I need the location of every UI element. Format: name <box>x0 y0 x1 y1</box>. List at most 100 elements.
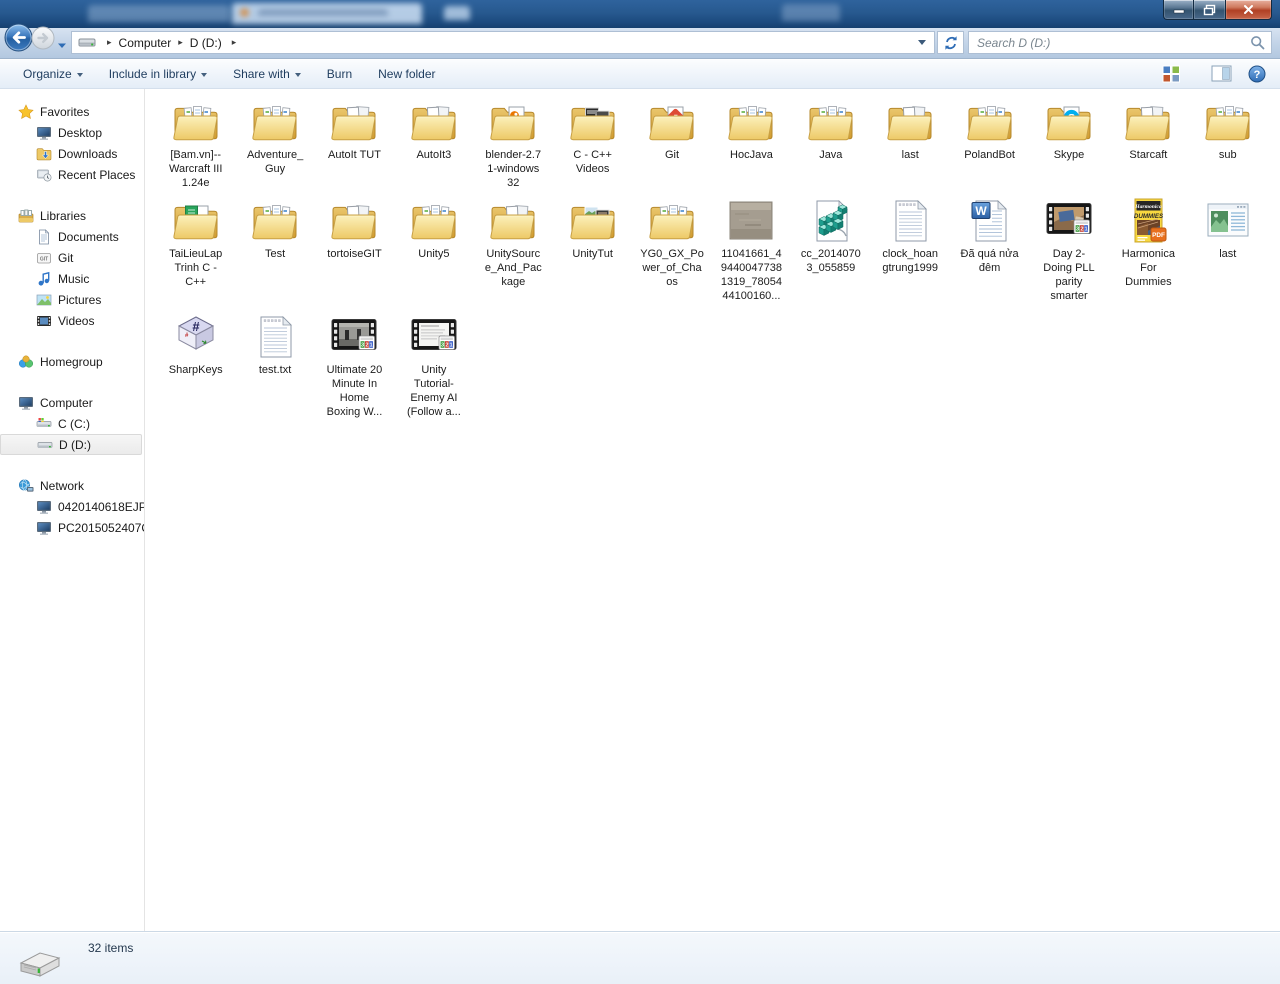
burn-button[interactable]: Burn <box>327 67 352 81</box>
sidebar-section-homegroup: Homegroup <box>0 351 144 372</box>
file-tile[interactable]: tortoiseGIT <box>315 197 394 261</box>
sidebar-item-recent-places[interactable]: Recent Places <box>0 164 144 185</box>
file-tile[interactable]: test.txt <box>235 313 314 377</box>
svg-text:1: 1 <box>370 343 373 349</box>
folder-photos-icon <box>569 197 617 245</box>
sidebar-item-network[interactable]: Network <box>0 475 144 496</box>
file-tile[interactable]: ##SharpKeys <box>156 313 235 377</box>
file-label: SharpKeys <box>169 363 223 377</box>
folder-papers-icon <box>727 98 775 146</box>
folder-papers-icon <box>410 197 458 245</box>
sidebar-section-computer: ComputerC (C:)D (D:) <box>0 392 144 455</box>
organize-button[interactable]: Organize <box>23 67 83 81</box>
file-label: test.txt <box>259 363 291 377</box>
pdf-book-icon: HarmonicaDUMMIESPDF <box>1124 197 1172 245</box>
file-label: cc_2014070 3_055859 <box>801 247 861 275</box>
file-tile[interactable]: last <box>1188 197 1267 261</box>
file-tile[interactable]: HocJava <box>712 98 791 162</box>
file-tile[interactable]: YG0_GX_Po wer_of_Cha os <box>632 197 711 289</box>
back-button[interactable] <box>4 23 33 57</box>
restore-button[interactable] <box>1193 0 1226 20</box>
organize-label: Organize <box>23 67 72 81</box>
network-pc-icon <box>36 520 52 536</box>
breadcrumb-computer[interactable]: Computer <box>119 36 172 50</box>
change-view-button[interactable] <box>1162 65 1189 83</box>
close-button[interactable] <box>1226 0 1272 20</box>
file-tile[interactable]: UnitySourc e_And_Pac kage <box>474 197 553 289</box>
share-with-button[interactable]: Share with <box>233 67 301 81</box>
file-tile[interactable]: UnityTut <box>553 197 632 261</box>
sidebar-item-pc2015052407oo[interactable]: PC2015052407OO <box>0 517 144 538</box>
folder-papers-icon <box>807 98 855 146</box>
file-tile[interactable]: blender-2.7 1-windows 32 <box>474 98 553 190</box>
sidebar-item-label: Music <box>58 272 89 286</box>
file-tile[interactable]: PolandBot <box>950 98 1029 162</box>
file-tile[interactable]: AutoIt TUT <box>315 98 394 162</box>
search-input[interactable] <box>969 36 1250 50</box>
sidebar-item-c-c-[interactable]: C (C:) <box>0 413 144 434</box>
svg-text:2: 2 <box>1080 227 1083 233</box>
include-in-library-button[interactable]: Include in library <box>109 67 207 81</box>
sidebar-item-computer[interactable]: Computer <box>0 392 144 413</box>
file-tile[interactable]: cc_2014070 3_055859 <box>791 197 870 275</box>
refresh-button[interactable] <box>937 31 964 54</box>
folder-doc-icon <box>410 98 458 146</box>
folder-doc-icon <box>489 197 537 245</box>
file-label: 11041661_4 9440047738 1319_78054 4410016… <box>721 247 782 303</box>
file-tile[interactable]: HarmonicaDUMMIESPDFHarmonica For Dummies <box>1109 197 1188 289</box>
sidebar-item-0420140618ejp[interactable]: 0420140618EJP <box>0 496 144 517</box>
file-tile[interactable]: 11041661_4 9440047738 1319_78054 4410016… <box>712 197 791 303</box>
sidebar-item-d-d-[interactable]: D (D:) <box>0 434 142 455</box>
file-tile[interactable]: 321Unity Tutorial- Enemy AI (Follow a... <box>394 313 473 419</box>
sidebar-item-git[interactable]: GITGit <box>0 247 144 268</box>
file-tile[interactable]: Test <box>235 197 314 261</box>
file-tile[interactable]: clock_hoan gtrung1999 <box>871 197 950 275</box>
breadcrumb-separator: ▸ <box>232 37 237 48</box>
sidebar-item-downloads[interactable]: Downloads <box>0 143 144 164</box>
file-tile[interactable]: Adventure_ Guy <box>235 98 314 176</box>
file-tile[interactable]: sub <box>1188 98 1267 162</box>
command-toolbar: Organize Include in library Share with B… <box>0 59 1280 89</box>
file-tile[interactable]: C - C++ Videos <box>553 98 632 176</box>
sidebar-item-homegroup[interactable]: Homegroup <box>0 351 144 372</box>
file-tile[interactable]: SSkype <box>1029 98 1108 162</box>
file-tile[interactable]: 321Ultimate 20 Minute In Home Boxing W..… <box>315 313 394 419</box>
new-folder-button[interactable]: New folder <box>378 67 435 81</box>
preview-pane-button[interactable] <box>1211 65 1232 82</box>
address-bar[interactable]: ▸ Computer ▸ D (D:) ▸ <box>71 31 935 54</box>
address-history-dropdown[interactable] <box>918 40 926 45</box>
file-tile[interactable]: Java <box>791 98 870 162</box>
sidebar-section-favorites: FavoritesDesktopDownloadsRecent Places <box>0 101 144 185</box>
file-tile[interactable]: [Bam.vn]-- Warcraft III 1.24e <box>156 98 235 190</box>
sidebar-item-desktop[interactable]: Desktop <box>0 122 144 143</box>
file-label: last <box>902 148 919 162</box>
sidebar-item-documents[interactable]: Documents <box>0 226 144 247</box>
git-library-icon: GIT <box>36 250 52 266</box>
file-tile[interactable]: TaiLieuLap Trinh C - C++ <box>156 197 235 289</box>
file-tile[interactable]: AutoIt3 <box>394 98 473 162</box>
file-label: Java <box>819 148 842 162</box>
sidebar-item-favorites[interactable]: Favorites <box>0 101 144 122</box>
file-tile[interactable]: Git <box>632 98 711 162</box>
file-tile[interactable]: Unity5 <box>394 197 473 261</box>
recent-pages-dropdown[interactable] <box>57 37 67 55</box>
sidebar-item-videos[interactable]: Videos <box>0 310 144 331</box>
libraries-icon <box>18 208 34 224</box>
search-box <box>968 31 1272 54</box>
help-button[interactable]: ? <box>1248 65 1266 83</box>
svg-text:DUMMIES: DUMMIES <box>1134 213 1164 220</box>
file-tile[interactable]: last <box>871 98 950 162</box>
minimize-button[interactable] <box>1163 0 1193 20</box>
file-tile[interactable]: 321Day 2- Doing PLL parity smarter <box>1029 197 1108 303</box>
video-thumbnail-icon: 321 <box>330 313 378 361</box>
forward-button[interactable] <box>31 26 55 55</box>
sidebar-item-pictures[interactable]: Pictures <box>0 289 144 310</box>
drive-icon <box>78 35 98 50</box>
refresh-icon <box>943 35 959 51</box>
file-tile[interactable]: WĐã quá nửa đêm <box>950 197 1029 275</box>
sidebar-item-music[interactable]: Music <box>0 268 144 289</box>
file-tile[interactable]: Starcaft <box>1109 98 1188 162</box>
sidebar-item-libraries[interactable]: Libraries <box>0 205 144 226</box>
network-pc-icon <box>36 499 52 515</box>
breadcrumb-current-drive[interactable]: D (D:) <box>190 36 222 50</box>
